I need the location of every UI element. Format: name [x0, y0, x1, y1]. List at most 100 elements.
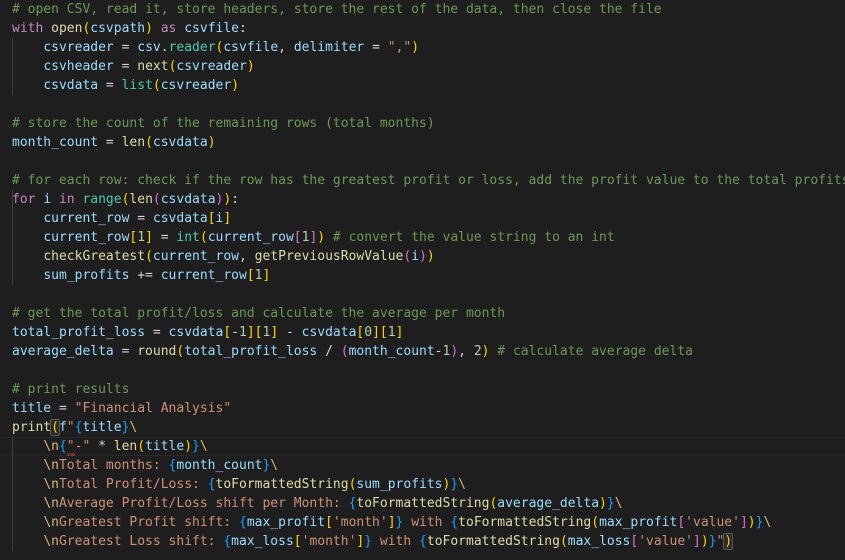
code-token-punct: =: [113, 40, 138, 55]
code-line[interactable]: \nGreatest Profit shift: {max_profit['mo…: [0, 513, 845, 532]
code-token-b1: [: [207, 211, 216, 226]
code-token-punct: +=: [129, 268, 161, 283]
code-line[interactable]: \n{"-" * len(title)}\: [0, 437, 845, 456]
code-line[interactable]: total_profit_loss = csvdata[-1][1] - csv…: [0, 323, 845, 342]
code-token-b1: [: [246, 268, 255, 283]
code-token-punct: =: [152, 230, 177, 245]
code-line[interactable]: [0, 152, 845, 171]
code-line[interactable]: for i in range(len(csvdata)):: [0, 190, 845, 209]
code-token-func: len: [121, 135, 146, 150]
code-editor[interactable]: # open CSV, read it, store headers, stor…: [0, 0, 845, 560]
code-line[interactable]: # open CSV, read it, store headers, stor…: [0, 0, 845, 19]
code-token-var: total_profit_loss: [184, 344, 318, 359]
code-token-string: Total months:: [58, 458, 169, 473]
code-token-b1: [: [293, 534, 302, 549]
code-token-punct: =: [113, 344, 138, 359]
code-token-punct: -: [231, 325, 239, 340]
code-token-b2: ]: [693, 534, 701, 549]
code-line[interactable]: # get the total profit/loss and calculat…: [0, 304, 845, 323]
code-token-builtin: list: [121, 78, 153, 93]
code-line[interactable]: csvdata = list(csvreader): [0, 76, 845, 95]
code-token-escape: \: [129, 420, 138, 435]
code-token-punct: .: [160, 40, 169, 55]
code-token-func: open: [51, 21, 83, 36]
code-token-func: toFormattedString: [215, 477, 349, 492]
code-token-escape: \: [199, 439, 208, 454]
code-token-var: month_count: [12, 135, 99, 150]
code-line[interactable]: csvreader = csv.reader(csvfile, delimite…: [0, 38, 845, 57]
code-token-number: 1: [387, 325, 396, 340]
indent-guide: [12, 437, 13, 551]
code-token-escape: \n: [43, 477, 59, 492]
code-token-b2: (: [403, 249, 412, 264]
code-token-punct: -: [278, 325, 302, 340]
code-line[interactable]: average_delta = round(total_profit_loss …: [0, 342, 845, 361]
code-line[interactable]: # for each row: check if the row has the…: [0, 171, 845, 190]
code-line[interactable]: current_row[1] = int(current_row[1]) # c…: [0, 228, 845, 247]
code-token-func: next: [137, 59, 169, 74]
code-line[interactable]: \nGreatest Loss shift: {max_loss['month'…: [0, 532, 845, 551]
code-line[interactable]: \nAverage Profit/Loss shift per Month: {…: [0, 494, 845, 513]
code-line[interactable]: print(f"{title}\: [0, 418, 845, 437]
code-token-b3: }: [192, 439, 200, 454]
code-token-var: total_profit_loss: [12, 325, 146, 340]
code-token-ctrl: for: [12, 192, 36, 207]
code-token-string: ",": [387, 40, 412, 55]
code-token-escape: \: [763, 515, 772, 530]
code-token-b1: ): [411, 40, 420, 55]
code-line[interactable]: [0, 361, 845, 380]
code-token-b3: }: [364, 534, 373, 549]
code-line[interactable]: \nTotal Profit/Loss: {toFormattedString(…: [0, 475, 845, 494]
code-line[interactable]: # store the count of the remaining rows …: [0, 114, 845, 133]
code-line[interactable]: # print results: [0, 380, 845, 399]
code-line[interactable]: checkGreatest(current_row, getPreviousRo…: [0, 247, 845, 266]
code-line[interactable]: with open(csvpath) as csvfile:: [0, 19, 845, 38]
code-token-b1: ]: [270, 325, 279, 340]
code-token-punct: :: [231, 192, 240, 207]
code-token-b3: {: [450, 515, 459, 530]
code-line[interactable]: [0, 95, 845, 114]
code-token-var: max_profit: [246, 515, 326, 530]
code-token-var: current_row: [43, 211, 130, 226]
code-token-b1: [: [223, 325, 232, 340]
code-line[interactable]: \nTotal months: {month_count}\: [0, 456, 845, 475]
code-token-b2: [: [293, 230, 302, 245]
code-token-comment: # open CSV, read it, store headers, stor…: [12, 2, 662, 17]
code-token-escape: \: [614, 496, 623, 511]
code-line[interactable]: title = "Financial Analysis": [0, 399, 845, 418]
code-token-punct: ,: [458, 344, 474, 359]
code-token-var: csv: [137, 40, 161, 55]
code-token-var: current_row: [160, 268, 247, 283]
code-token-b1: ]: [246, 325, 255, 340]
code-line[interactable]: csvheader = next(csvreader): [0, 57, 845, 76]
code-line[interactable]: sum_profits += current_row[1]: [0, 266, 845, 285]
code-line[interactable]: month_count = len(csvdata): [0, 133, 845, 152]
code-token-punct: =: [145, 325, 169, 340]
code-token-punct: =: [113, 59, 138, 74]
code-token-var: csvdata: [168, 325, 224, 340]
code-line[interactable]: [0, 285, 845, 304]
code-token-var: csvdata: [43, 78, 99, 93]
code-token-b3: }: [450, 477, 459, 492]
code-token-b1: (: [145, 135, 153, 150]
code-token-b1: ): [317, 230, 326, 245]
code-token-b1: (: [199, 230, 208, 245]
code-line[interactable]: current_row = csvdata[i]: [0, 209, 845, 228]
code-token-func: getPreviousRowValue: [254, 249, 404, 264]
code-token-var: csvdata: [160, 192, 216, 207]
code-token-string: Greatest Profit shift:: [58, 515, 239, 530]
code-token-var: title: [12, 401, 52, 416]
code-token-keyword: with: [12, 21, 44, 36]
code-token-var: month_count: [348, 344, 435, 359]
code-surface[interactable]: # open CSV, read it, store headers, stor…: [0, 0, 845, 560]
code-token-func: len: [129, 192, 153, 207]
code-token-b1: ): [184, 439, 193, 454]
code-token-punct: =: [129, 211, 153, 226]
code-token-b1: ): [231, 78, 240, 93]
code-token-var: average_delta: [12, 344, 114, 359]
